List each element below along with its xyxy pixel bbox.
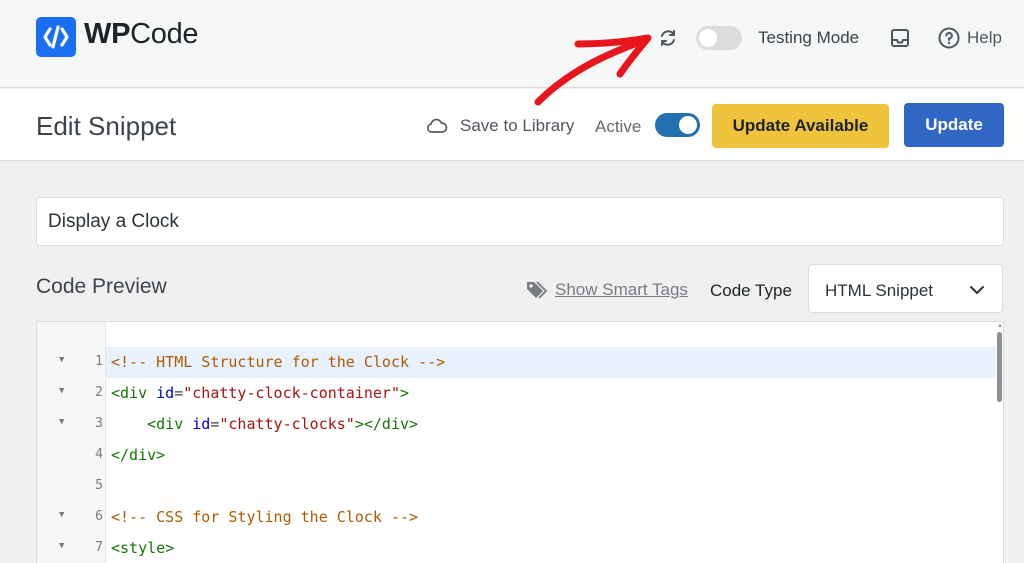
snippet-title-input[interactable]: Display a Clock [36,197,1004,246]
page-header: Edit Snippet Save to Library Active Upda… [0,89,1024,161]
toggle-knob [699,29,717,47]
code-line[interactable]: ▼ 2 <div id="chatty-clock-container"> [37,378,997,409]
active-toggle[interactable] [655,113,700,137]
testing-mode-label: Testing Mode [758,28,860,47]
code-text: <!-- CSS for Styling the Clock --> [111,508,419,526]
code-line[interactable]: 5 [37,471,997,502]
code-line[interactable]: ▼ 3 <div id="chatty-clocks"></div> [37,409,997,440]
code-type-label: Code Type [710,281,792,300]
code-text: <!-- HTML Structure for the Clock --> [111,353,446,371]
chevron-down-icon [969,283,985,295]
scroll-up-icon[interactable]: ▲ [997,323,1003,329]
code-line[interactable]: ▼ 6 <!-- CSS for Styling the Clock --> [37,502,997,533]
wpcode-logo: WPCode [84,18,199,51]
code-line[interactable]: ▼ 7 <style> [37,533,997,563]
testing-mode-toggle[interactable] [696,26,742,50]
brand-prefix: WP [84,18,131,50]
scrollbar-thumb[interactable] [997,332,1002,402]
brand-suffix: Code [130,18,199,50]
wpcode-logo-icon [36,17,76,57]
fold-arrow-icon[interactable]: ▼ [59,355,64,365]
fold-arrow-icon[interactable]: ▼ [59,541,64,551]
code-text: </div> [111,446,166,464]
fold-arrow-icon[interactable]: ▼ [59,510,64,520]
code-text: <div id="chatty-clocks"></div> [147,415,419,433]
code-line[interactable]: 4 </div> [37,440,997,471]
code-type-value: HTML Snippet [825,281,934,300]
top-bar: WPCode Testing Mode Help [0,0,1024,88]
update-available-button[interactable]: Update Available [712,104,889,148]
line-number: 7 [95,540,103,555]
help-icon[interactable] [937,26,961,50]
code-text: <div id="chatty-clock-container"> [111,384,410,402]
toggle-knob [679,116,697,134]
tag-icon[interactable] [525,279,551,301]
save-to-library-button[interactable]: Save to Library [460,116,574,136]
fold-arrow-icon[interactable]: ▼ [59,417,64,427]
line-number: 4 [95,447,103,462]
page-title: Edit Snippet [36,111,177,141]
line-number: 2 [95,385,103,400]
editor-scrollbar[interactable]: ▲ [994,322,1003,563]
fold-arrow-icon[interactable]: ▼ [59,386,64,396]
code-type-select[interactable]: HTML Snippet [808,264,1003,313]
active-label: Active [595,117,642,136]
code-line[interactable]: ▼ 1 <!-- HTML Structure for the Clock --> [37,347,997,378]
refresh-icon[interactable] [657,27,679,49]
inbox-icon[interactable] [889,27,911,49]
help-link[interactable]: Help [967,28,1002,48]
update-button[interactable]: Update [904,103,1004,147]
code-text: <style> [111,539,175,557]
line-number: 5 [95,478,103,493]
line-number: 3 [95,416,103,431]
code-preview-title: Code Preview [36,275,167,298]
line-number: 6 [95,509,103,524]
cloud-icon[interactable] [425,116,449,136]
code-editor[interactable]: ▼ 1 <!-- HTML Structure for the Clock --> ▼… [36,321,1004,563]
line-number: 1 [95,354,103,369]
show-smart-tags-link[interactable]: Show Smart Tags [555,280,688,300]
